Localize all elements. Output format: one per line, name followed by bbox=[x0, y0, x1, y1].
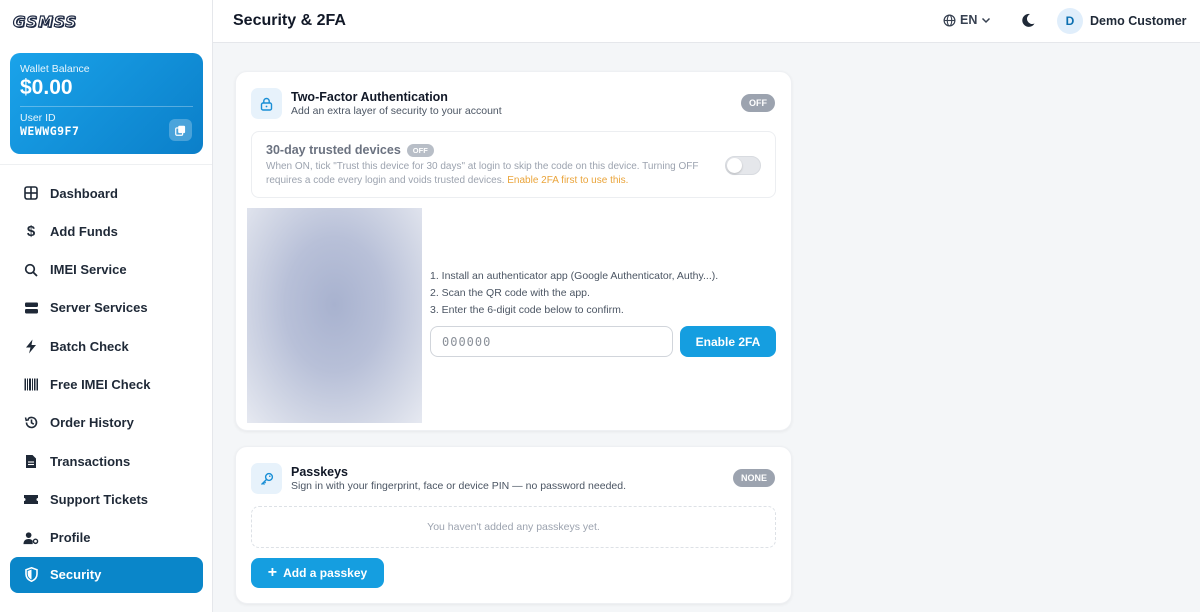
sidebar-item-server-services[interactable]: Server Services bbox=[10, 289, 203, 327]
verification-code-input[interactable] bbox=[430, 326, 673, 357]
plus-icon: + bbox=[267, 564, 278, 581]
trusted-devices-status-badge: OFF bbox=[406, 143, 434, 157]
two-factor-card: Two-Factor Authentication Add an extra l… bbox=[235, 71, 792, 431]
sidebar-item-label: Order History bbox=[50, 415, 134, 431]
trusted-devices-title: 30-day trusted devices OFF bbox=[266, 143, 761, 157]
sidebar: GSMSS Wallet Balance $0.00 User ID WEWWG… bbox=[0, 0, 213, 612]
lock-icon bbox=[251, 88, 282, 119]
moon-icon bbox=[1022, 13, 1035, 27]
copy-icon bbox=[175, 125, 186, 136]
barcode-icon bbox=[23, 376, 39, 392]
sidebar-divider bbox=[0, 164, 212, 165]
sidebar-item-label: Free IMEI Check bbox=[50, 376, 151, 392]
sidebar-item-profile[interactable]: Profile bbox=[10, 519, 203, 557]
two-factor-subtitle: Add an extra layer of security to your a… bbox=[291, 105, 502, 117]
sidebar-item-label: Transactions bbox=[50, 453, 131, 469]
document-icon bbox=[23, 453, 39, 469]
setup-step: 1. Install an authenticator app (Google … bbox=[430, 270, 719, 282]
passkeys-title: Passkeys bbox=[291, 465, 349, 479]
sidebar-item-batch-check[interactable]: Batch Check bbox=[10, 327, 203, 365]
sidebar-nav: Dashboard $ Add Funds IMEI Service Serve… bbox=[10, 174, 203, 593]
user-name: Demo Customer bbox=[1090, 14, 1187, 28]
avatar: D bbox=[1057, 8, 1083, 34]
globe-icon bbox=[943, 14, 956, 26]
language-selector[interactable]: EN bbox=[943, 13, 991, 27]
sidebar-item-transactions[interactable]: Transactions bbox=[10, 442, 203, 480]
sidebar-item-support-tickets[interactable]: Support Tickets bbox=[10, 480, 203, 518]
sidebar-item-order-history[interactable]: Order History bbox=[10, 404, 203, 442]
user-menu[interactable]: D Demo Customer bbox=[1057, 8, 1187, 34]
sidebar-item-dashboard[interactable]: Dashboard bbox=[10, 174, 203, 212]
wallet-balance-label: Wallet Balance bbox=[20, 63, 90, 75]
trusted-devices-title-text: 30-day trusted devices bbox=[266, 143, 401, 157]
sidebar-item-label: Security bbox=[50, 567, 102, 583]
passkeys-empty-state: You haven't added any passkeys yet. bbox=[251, 506, 776, 548]
wallet-balance: $0.00 bbox=[20, 76, 73, 99]
logo-text: GSMSS bbox=[12, 12, 78, 31]
sidebar-item-label: Dashboard bbox=[50, 185, 118, 201]
page-title: Security & 2FA bbox=[233, 12, 346, 29]
trusted-devices-warning: Enable 2FA first to use this. bbox=[507, 174, 629, 186]
sidebar-item-label: Support Tickets bbox=[50, 491, 149, 507]
qr-code-image bbox=[247, 208, 422, 423]
history-icon bbox=[23, 415, 39, 431]
passkeys-status-badge: NONE bbox=[732, 469, 775, 487]
sidebar-item-add-funds[interactable]: $ Add Funds bbox=[10, 212, 203, 250]
wallet-card: Wallet Balance $0.00 User ID WEWWG9F7 bbox=[10, 53, 203, 154]
trusted-devices-description: When ON, tick "Trust this device for 30 … bbox=[266, 160, 716, 187]
toggle-knob bbox=[727, 158, 742, 173]
theme-toggle-button[interactable] bbox=[1021, 13, 1035, 33]
search-icon bbox=[23, 262, 39, 278]
trusted-devices-description-text: When ON, tick "Trust this device for 30 … bbox=[266, 161, 699, 186]
passkeys-card: Passkeys Sign in with your fingerprint, … bbox=[235, 446, 792, 604]
user-gear-icon bbox=[23, 530, 39, 546]
sidebar-item-free-imei-check[interactable]: Free IMEI Check bbox=[10, 365, 203, 403]
setup-steps: 1. Install an authenticator app (Google … bbox=[430, 268, 718, 319]
sidebar-item-label: Server Services bbox=[50, 300, 148, 316]
passkeys-subtitle: Sign in with your fingerprint, face or d… bbox=[291, 480, 627, 492]
shield-icon bbox=[23, 567, 39, 583]
top-header: Security & 2FA EN D Demo Customer bbox=[213, 0, 1200, 43]
language-label: EN bbox=[960, 13, 978, 27]
trusted-devices-panel: 30-day trusted devices OFF When ON, tick… bbox=[251, 131, 776, 198]
wallet-divider bbox=[20, 106, 193, 107]
sidebar-item-label: IMEI Service bbox=[50, 262, 127, 278]
sidebar-item-label: Profile bbox=[50, 530, 91, 546]
sidebar-item-label: Add Funds bbox=[50, 223, 118, 239]
user-id-label: User ID bbox=[20, 112, 56, 124]
user-id: WEWWG9F7 bbox=[20, 124, 80, 138]
bolt-icon bbox=[23, 338, 39, 354]
add-passkey-label: Add a passkey bbox=[283, 566, 368, 580]
chevron-down-icon bbox=[982, 17, 991, 24]
sidebar-item-security[interactable]: Security bbox=[10, 556, 203, 593]
copy-user-id-button[interactable] bbox=[169, 119, 192, 141]
two-factor-title: Two-Factor Authentication bbox=[291, 90, 448, 104]
server-icon bbox=[23, 300, 39, 316]
key-icon bbox=[251, 463, 282, 494]
setup-step: 3. Enter the 6-digit code below to confi… bbox=[430, 304, 624, 316]
setup-step: 2. Scan the QR code with the app. bbox=[430, 287, 590, 299]
trusted-devices-toggle[interactable] bbox=[725, 156, 761, 175]
sidebar-item-label: Batch Check bbox=[50, 338, 129, 354]
grid-icon bbox=[23, 185, 39, 201]
add-passkey-button[interactable]: + Add a passkey bbox=[251, 558, 384, 588]
ticket-icon bbox=[23, 491, 39, 507]
enable-2fa-button[interactable]: Enable 2FA bbox=[680, 326, 776, 357]
dollar-icon: $ bbox=[26, 222, 36, 240]
two-factor-status-badge: OFF bbox=[741, 94, 775, 112]
logo[interactable]: GSMSS bbox=[0, 0, 212, 43]
sidebar-item-imei-service[interactable]: IMEI Service bbox=[10, 251, 203, 289]
